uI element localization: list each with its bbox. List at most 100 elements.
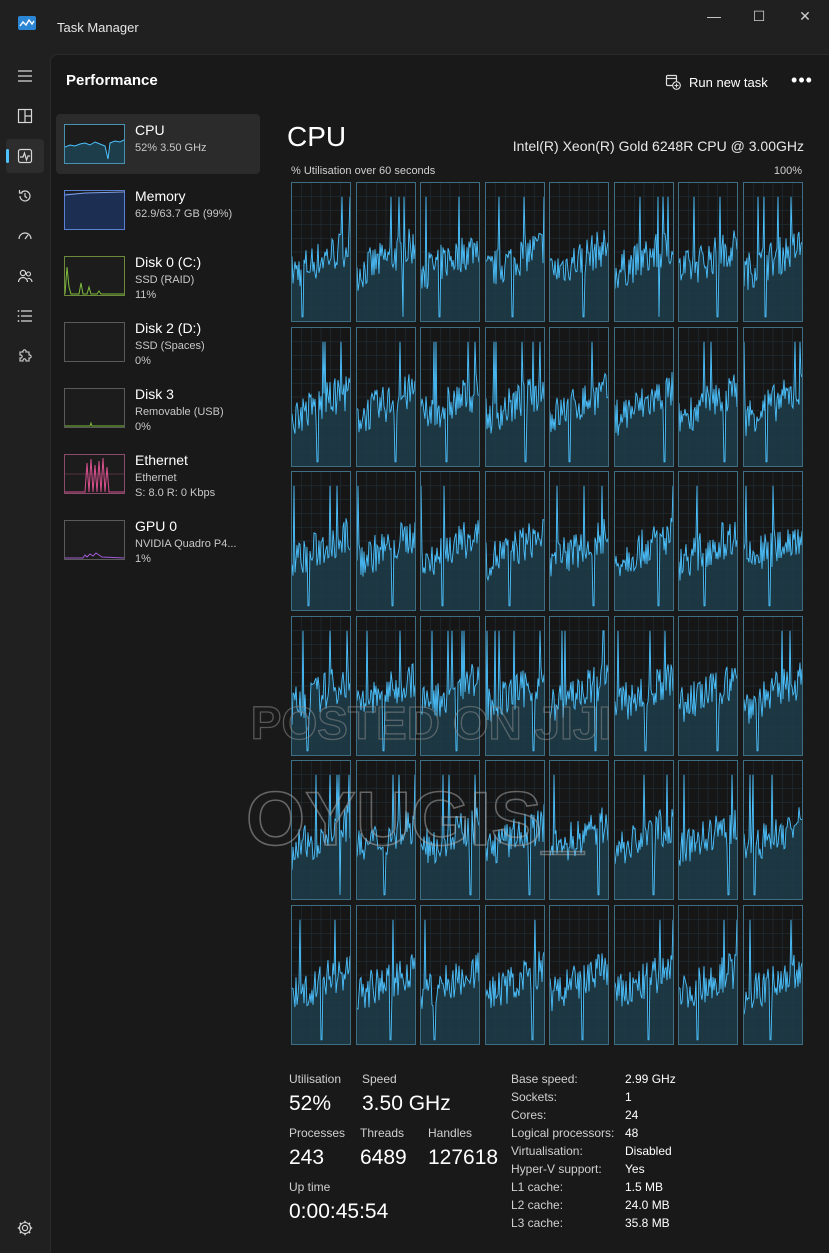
resource-name: Memory <box>135 188 186 204</box>
speedometer-icon <box>18 232 32 240</box>
logical-processor-graph <box>420 615 480 756</box>
logical-processor-graph <box>613 760 674 900</box>
logical-processor-graph <box>549 760 609 900</box>
content-panel: Performance Run new task ••• CPU 52% 3.5… <box>50 54 829 1253</box>
disk-0-thumbnail-graph <box>64 256 125 296</box>
speed-label: Speed <box>362 1072 397 1086</box>
users-icon <box>17 269 33 283</box>
window-title: Task Manager <box>57 20 139 35</box>
logical-processor-graph <box>420 904 480 1045</box>
utilisation-label: Utilisation <box>289 1072 342 1086</box>
spec-key: L2 cache: <box>511 1198 564 1212</box>
graph-caption: % Utilisation over 60 seconds <box>291 165 436 177</box>
logical-processor-graph <box>484 904 545 1045</box>
logical-processor-graph-grid <box>291 182 803 1048</box>
logical-processor-graph <box>291 760 351 900</box>
logical-processor-graph <box>484 615 545 756</box>
more-options-button[interactable]: ••• <box>787 67 817 97</box>
page-title: Performance <box>66 72 158 89</box>
resource-item-disk-3[interactable]: Disk 3 Removable (USB) 0% <box>56 378 260 438</box>
logical-processor-graph <box>678 760 738 900</box>
logical-processor-graph <box>291 471 351 611</box>
spec-value: 35.8 MB <box>625 1216 670 1230</box>
disk-2-thumbnail-graph <box>64 322 125 362</box>
resource-detail: 62.9/63.7 GB (99%) <box>135 208 233 220</box>
run-task-icon <box>665 74 681 90</box>
nav-startup-apps-button[interactable] <box>6 219 44 253</box>
logical-processor-graph <box>549 326 609 467</box>
title-bar: Task Manager — ☐ ✕ <box>0 0 829 54</box>
logical-processor-graph <box>549 182 609 322</box>
run-new-task-button[interactable]: Run new task <box>659 67 774 97</box>
services-puzzle-icon <box>19 349 32 362</box>
graph-max-label: 100% <box>773 165 802 177</box>
logical-processor-graph <box>484 471 545 611</box>
resource-item-cpu[interactable]: CPU 52% 3.50 GHz <box>56 114 260 174</box>
logical-processor-graph <box>678 615 738 756</box>
logical-processor-graph <box>291 326 351 467</box>
resource-name: CPU <box>135 122 165 138</box>
logical-processor-graph <box>613 904 674 1045</box>
resource-detail: NVIDIA Quadro P4... <box>135 538 237 550</box>
resource-usage: 0% <box>135 355 151 367</box>
nav-performance-button[interactable] <box>6 139 44 173</box>
resource-detail: SSD (Spaces) <box>135 340 205 352</box>
spec-key: L3 cache: <box>511 1216 564 1230</box>
logical-processor-graph <box>355 182 416 322</box>
spec-key: Base speed: <box>511 1072 578 1086</box>
processes-icon <box>17 108 33 124</box>
spec-key: Sockets: <box>511 1090 558 1104</box>
resource-usage: 0% <box>135 421 151 433</box>
logical-processor-graph <box>678 471 738 611</box>
logical-processor-graph <box>613 182 674 322</box>
nav-app-history-button[interactable] <box>6 179 44 213</box>
cpu-thumbnail-graph <box>64 124 125 164</box>
memory-thumbnail-graph <box>64 190 125 230</box>
logical-processor-graph <box>420 760 480 900</box>
resource-list: CPU 52% 3.50 GHz Memory 62.9/63.7 GB (99… <box>56 114 260 576</box>
logical-processor-graph <box>355 615 416 756</box>
resource-detail: SSD (RAID) <box>135 274 195 286</box>
resource-item-gpu-0[interactable]: GPU 0 NVIDIA Quadro P4... 1% <box>56 510 260 570</box>
nav-users-button[interactable] <box>6 259 44 293</box>
resource-detail: Removable (USB) <box>135 406 224 418</box>
maximize-button[interactable]: ☐ <box>747 8 771 24</box>
speed-value: 3.50 GHz <box>362 1092 451 1115</box>
threads-value: 6489 <box>360 1146 407 1169</box>
logical-processor-graph <box>355 471 416 611</box>
logical-processor-graph <box>613 326 674 467</box>
resource-item-disk-0[interactable]: Disk 0 (C:) SSD (RAID) 11% <box>56 246 260 306</box>
logical-processor-graph <box>549 615 609 756</box>
spec-key: Hyper-V support: <box>511 1162 602 1176</box>
minimize-button[interactable]: — <box>702 8 726 24</box>
nav-processes-button[interactable] <box>6 99 44 133</box>
processes-value: 243 <box>289 1146 325 1169</box>
logical-processor-graph <box>420 326 480 467</box>
resource-item-disk-2[interactable]: Disk 2 (D:) SSD (Spaces) 0% <box>56 312 260 372</box>
hamburger-menu-button[interactable] <box>6 59 44 93</box>
utilisation-value: 52% <box>289 1092 332 1115</box>
nav-details-button[interactable] <box>6 299 44 333</box>
handles-label: Handles <box>428 1126 473 1140</box>
resource-item-ethernet[interactable]: Ethernet Ethernet S: 8.0 R: 0 Kbps <box>56 444 260 504</box>
spec-value: Yes <box>625 1162 645 1176</box>
uptime-label: Up time <box>289 1180 331 1194</box>
settings-gear-icon[interactable] <box>16 1219 34 1237</box>
logical-processor-graph <box>678 904 738 1045</box>
nav-services-button[interactable] <box>6 339 44 373</box>
resource-usage: 11% <box>135 289 157 301</box>
resource-name: Disk 3 <box>135 386 174 402</box>
spec-key: L1 cache: <box>511 1180 564 1194</box>
logical-processor-graph <box>613 471 674 611</box>
resource-item-memory[interactable]: Memory 62.9/63.7 GB (99%) <box>56 180 260 240</box>
spec-value: Disabled <box>625 1144 672 1158</box>
logical-processor-graph <box>742 615 803 756</box>
logical-processor-graph <box>742 182 803 322</box>
details-list-icon <box>17 310 32 322</box>
spec-value: 1.5 MB <box>625 1180 664 1194</box>
logical-processor-graph <box>291 182 351 322</box>
threads-label: Threads <box>360 1126 405 1140</box>
logical-processor-graph <box>742 471 803 611</box>
close-button[interactable]: ✕ <box>793 8 817 24</box>
logical-processor-graph <box>742 760 803 900</box>
